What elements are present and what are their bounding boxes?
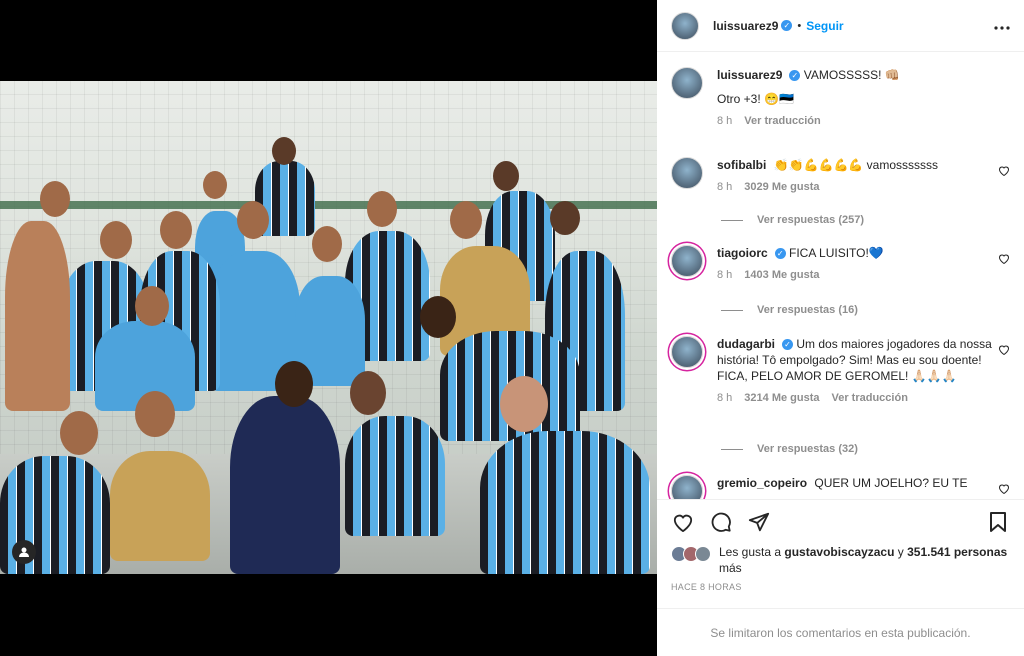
likes-middle: y bbox=[894, 545, 908, 559]
view-replies-button[interactable]: Ver respuestas (16) bbox=[721, 304, 858, 316]
view-replies-label[interactable]: Ver respuestas (257) bbox=[757, 214, 864, 226]
comment-like-heart-icon[interactable] bbox=[998, 253, 1010, 267]
view-replies-button[interactable]: Ver respuestas (257) bbox=[721, 214, 864, 226]
comment-username[interactable]: gremio_copeiro bbox=[717, 476, 807, 490]
player-head bbox=[135, 286, 169, 326]
author-username[interactable]: luissuarez9 bbox=[713, 19, 778, 33]
player-head bbox=[550, 201, 580, 235]
post-photo[interactable] bbox=[0, 81, 657, 574]
comment-like-heart-icon[interactable] bbox=[998, 344, 1010, 358]
caption-time[interactable]: 8 h bbox=[717, 113, 732, 129]
player-figure bbox=[110, 451, 210, 561]
comment-item: dudagarbi ✓ Um dos maiores jogadores da n… bbox=[671, 336, 1010, 406]
player-head bbox=[160, 211, 192, 249]
player-head bbox=[203, 171, 227, 199]
player-head bbox=[450, 201, 482, 239]
caption-text-line2: Otro +3! 😁🇪🇪 bbox=[717, 92, 794, 106]
caption-text: VAMOSSSSS! 👊🏼 bbox=[803, 68, 900, 82]
comment-username[interactable]: tiagoiorc bbox=[717, 246, 768, 260]
player-head bbox=[367, 191, 397, 227]
post-side-panel: luissuarez9 ✓ • Seguir luissuarez9 ✓ VAMO… bbox=[657, 0, 1024, 656]
share-icon[interactable] bbox=[747, 510, 771, 534]
see-translation-link[interactable]: Ver traducción bbox=[744, 113, 820, 129]
replies-line bbox=[721, 448, 743, 450]
view-replies-button[interactable]: Ver respuestas (32) bbox=[721, 443, 858, 455]
follow-button[interactable]: Seguir bbox=[806, 19, 843, 33]
separator-dot: • bbox=[797, 19, 802, 32]
player-head bbox=[493, 161, 519, 191]
comment-username[interactable]: dudagarbi bbox=[717, 337, 775, 351]
post-timestamp[interactable]: HACE 8 HORAS bbox=[671, 582, 742, 592]
comment-item: tiagoiorc ✓ FICA LUISITO!💙 8 h 1403 Me gu… bbox=[671, 245, 1010, 283]
player-head bbox=[100, 221, 132, 259]
player-head bbox=[350, 371, 386, 415]
bookmark-icon[interactable] bbox=[986, 510, 1010, 534]
liker-username[interactable]: gustavobiscayzacu bbox=[784, 545, 894, 559]
replies-line bbox=[721, 219, 743, 221]
comment-time[interactable]: 8 h bbox=[717, 390, 732, 406]
tagged-users-icon[interactable] bbox=[12, 540, 36, 564]
player-figure bbox=[5, 221, 70, 411]
see-translation-link[interactable]: Ver traducción bbox=[832, 390, 908, 406]
comment-username[interactable]: sofibalbi bbox=[717, 158, 766, 172]
player-figure bbox=[480, 431, 650, 574]
comment-text: FICA LUISITO!💙 bbox=[789, 246, 884, 260]
player-head bbox=[312, 226, 342, 262]
likes-suffix: más bbox=[719, 561, 742, 575]
comment-like-heart-icon[interactable] bbox=[998, 165, 1010, 179]
view-replies-label[interactable]: Ver respuestas (16) bbox=[757, 304, 858, 316]
comment-time[interactable]: 8 h bbox=[717, 179, 732, 195]
comment-likes[interactable]: 3029 Me gusta bbox=[744, 179, 819, 195]
player-head bbox=[60, 411, 98, 455]
author-avatar[interactable] bbox=[671, 67, 703, 99]
likes-summary: Les gusta a gustavobiscayzacu y 351.541 … bbox=[671, 544, 1010, 576]
commenter-avatar[interactable] bbox=[671, 336, 703, 368]
verified-badge-icon: ✓ bbox=[781, 20, 793, 31]
player-head bbox=[40, 181, 70, 217]
comment-like-heart-icon[interactable] bbox=[998, 483, 1010, 497]
player-head bbox=[135, 391, 175, 437]
likes-prefix: Les gusta a bbox=[719, 545, 785, 559]
likes-text: Les gusta a gustavobiscayzacu y 351.541 … bbox=[719, 544, 1010, 576]
player-head bbox=[272, 137, 296, 165]
commenter-avatar[interactable] bbox=[671, 157, 703, 189]
comment-text: QUER UM JOELHO? EU TE bbox=[814, 476, 968, 490]
commenter-avatar[interactable] bbox=[671, 475, 703, 499]
comments-list: luissuarez9 ✓ VAMOSSSSS! 👊🏼 Otro +3! 😁🇪🇪 … bbox=[657, 53, 1024, 499]
replies-line bbox=[721, 309, 743, 311]
comment-text: 👏👏💪💪💪💪 vamosssssss bbox=[773, 158, 939, 172]
verified-badge-icon: ✓ bbox=[789, 70, 801, 82]
view-replies-label[interactable]: Ver respuestas (32) bbox=[757, 443, 858, 455]
heart-icon[interactable] bbox=[671, 510, 695, 534]
more-options-icon[interactable] bbox=[994, 17, 1010, 35]
post-header: luissuarez9 ✓ • Seguir bbox=[657, 0, 1024, 52]
media-panel bbox=[0, 0, 657, 656]
caption-username[interactable]: luissuarez9 bbox=[717, 68, 782, 82]
caption: luissuarez9 ✓ VAMOSSSSS! 👊🏼 Otro +3! 😁🇪🇪 … bbox=[671, 67, 1010, 129]
author-avatar[interactable] bbox=[671, 11, 699, 40]
player-figure bbox=[230, 396, 340, 574]
verified-badge-icon: ✓ bbox=[782, 339, 794, 351]
comment-likes[interactable]: 1403 Me gusta bbox=[744, 267, 819, 283]
comment-item: sofibalbi 👏👏💪💪💪💪 vamosssssss 8 h 3029 Me… bbox=[671, 157, 1010, 195]
comments-limited-notice: Se limitaron los comentarios en esta pub… bbox=[657, 608, 1024, 656]
player-head bbox=[420, 296, 456, 338]
comment-likes[interactable]: 3214 Me gusta bbox=[744, 390, 819, 406]
comment-time[interactable]: 8 h bbox=[717, 267, 732, 283]
player-head bbox=[237, 201, 269, 239]
comment-icon[interactable] bbox=[709, 510, 733, 534]
verified-badge-icon: ✓ bbox=[774, 248, 786, 260]
comment-item: gremio_copeiro QUER UM JOELHO? EU TE bbox=[671, 475, 1010, 499]
commenter-avatar[interactable] bbox=[671, 245, 703, 277]
player-figure bbox=[345, 416, 445, 536]
liker-avatars[interactable] bbox=[671, 546, 711, 562]
player-head bbox=[500, 376, 548, 432]
player-head bbox=[275, 361, 313, 407]
post-actions-bar bbox=[657, 499, 1024, 544]
liker-avatar bbox=[695, 546, 711, 562]
likes-count[interactable]: 351.541 personas bbox=[907, 545, 1007, 559]
